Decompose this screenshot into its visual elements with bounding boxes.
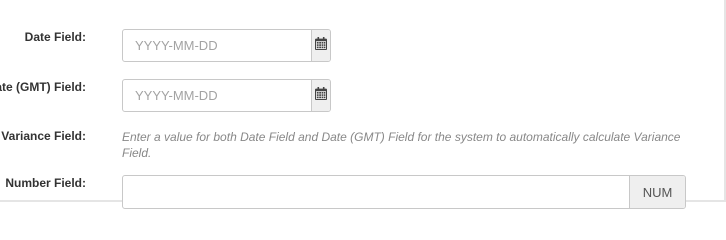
number-field-addon: NUM — [629, 176, 685, 208]
date-gmt-field-group — [122, 79, 331, 112]
date-gmt-field-label: Date (GMT) Field: — [0, 80, 86, 94]
number-field-group: NUM — [122, 175, 686, 209]
calendar-icon — [315, 36, 327, 55]
number-field-label: Number Field: — [5, 176, 86, 190]
date-gmt-field-calendar-button[interactable] — [311, 80, 330, 111]
date-field-calendar-button[interactable] — [311, 30, 330, 61]
date-gmt-field-input[interactable] — [123, 80, 311, 111]
form-container: Date Field: YYYY-MM-DD te (GMT) Field: Y… — [0, 0, 726, 209]
date-field-input[interactable] — [123, 30, 311, 61]
calendar-icon — [315, 86, 327, 105]
variance-field-help-text: Enter a value for both Date Field and Da… — [122, 130, 681, 160]
date-field-label: Date Field: — [24, 30, 86, 44]
variance-field-label: Variance Field: — [1, 129, 86, 143]
date-field-group — [122, 29, 331, 62]
number-field-input[interactable] — [123, 176, 629, 208]
